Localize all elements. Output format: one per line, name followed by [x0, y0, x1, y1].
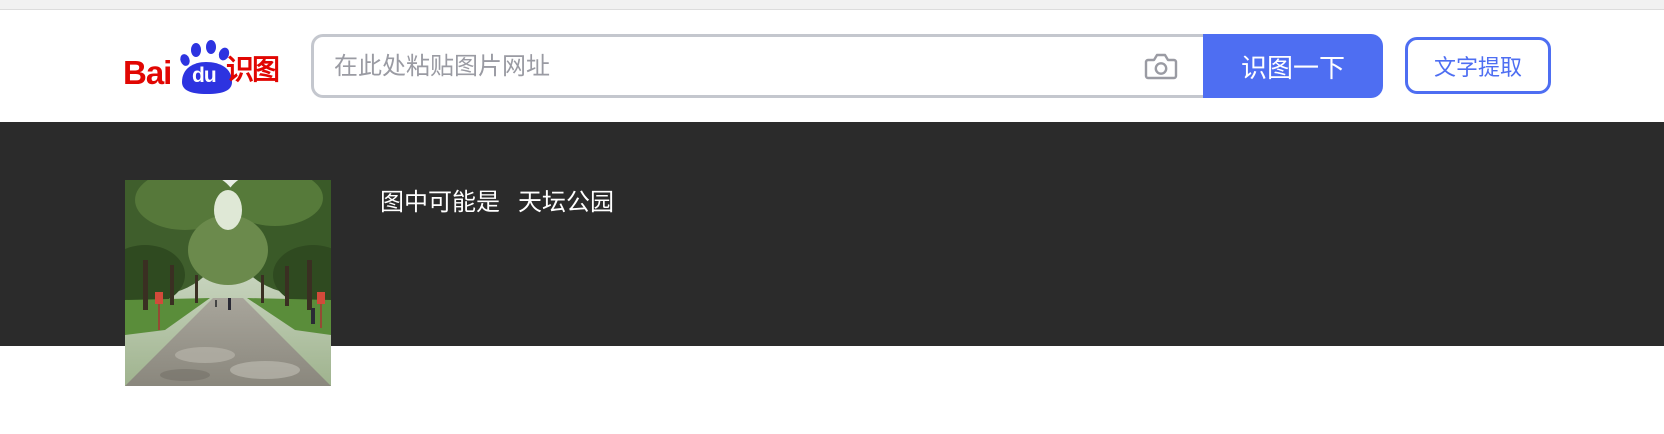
recognition-result: 图中可能是 天坛公园 — [380, 186, 614, 218]
logo-paw-text: du — [192, 64, 217, 87]
image-url-input[interactable] — [334, 37, 1124, 95]
page: Bai du 识图 识图一下 文字提取 — [0, 0, 1664, 434]
logo-brand-text: Bai — [123, 54, 172, 91]
logo-product-text: 识图 — [226, 53, 280, 86]
baidu-shitu-logo[interactable]: Bai du 识图 — [123, 38, 283, 94]
search-by-image-button[interactable]: 识图一下 — [1203, 34, 1383, 98]
camera-icon[interactable] — [1144, 51, 1178, 81]
image-url-search-box — [311, 34, 1204, 98]
uploaded-image-thumbnail[interactable] — [125, 180, 331, 386]
park-path-image — [125, 180, 331, 386]
result-prefix-label: 图中可能是 — [380, 188, 500, 216]
browser-top-edge — [0, 0, 1664, 10]
result-entity-link[interactable]: 天坛公园 — [518, 188, 614, 216]
text-extract-button[interactable]: 文字提取 — [1405, 37, 1551, 94]
